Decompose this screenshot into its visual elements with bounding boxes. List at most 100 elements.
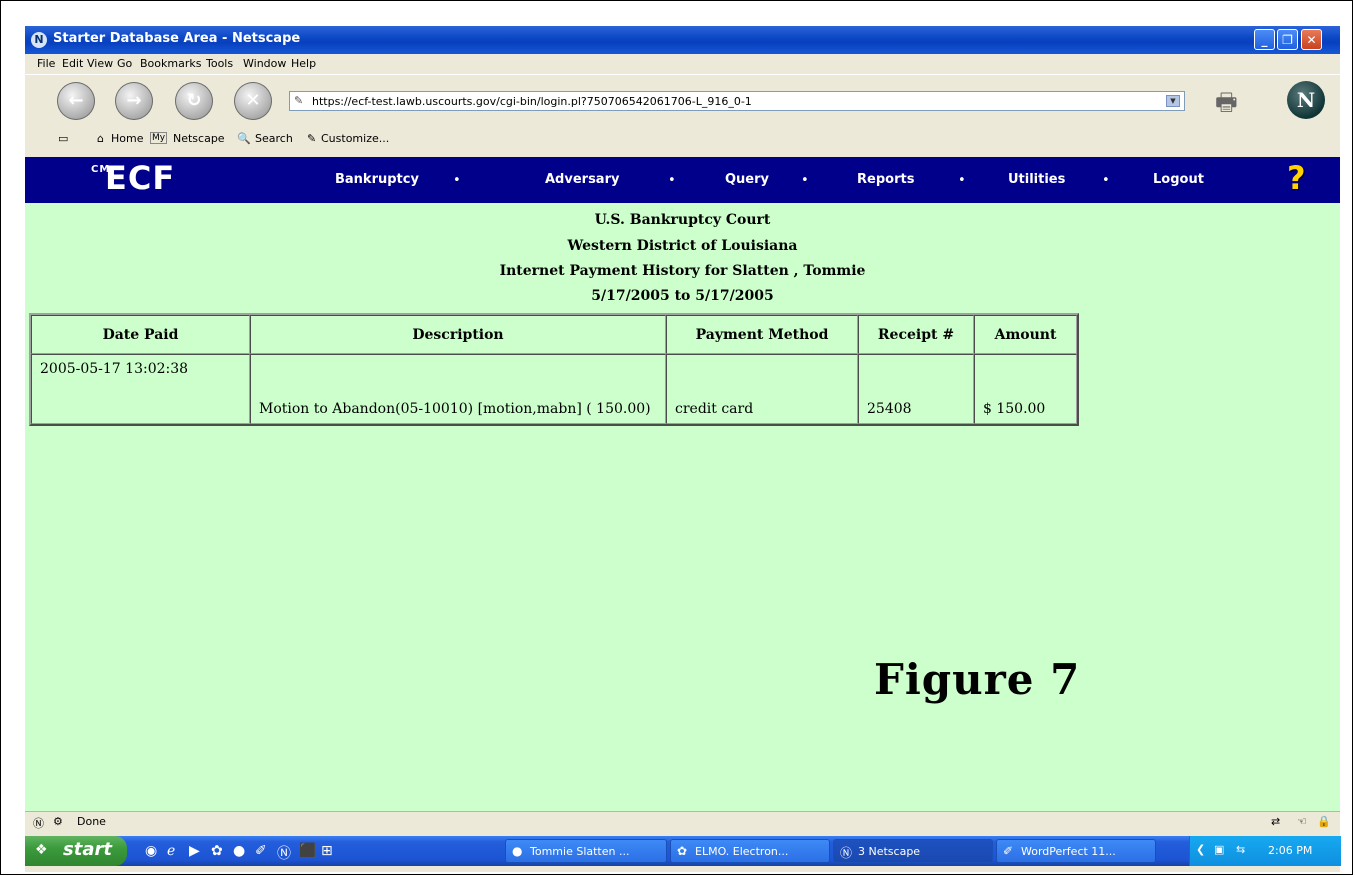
menu-reports[interactable]: Reports: [857, 172, 914, 187]
cell-description: Motion to Abandon(05-10010) [motion,mabn…: [250, 354, 666, 424]
my-badge: My: [150, 132, 168, 144]
menu-view[interactable]: View: [87, 57, 113, 70]
column-header-date-paid: Date Paid: [31, 315, 250, 354]
tray-app-icon[interactable]: ▣: [1214, 843, 1224, 856]
app-icon[interactable]: ✿: [211, 843, 223, 859]
my-netscape-link[interactable]: Netscape: [173, 132, 225, 145]
personal-toolbar: ▭ ⌂ Home My Netscape 🔍 Search ✎ Customiz…: [25, 129, 1340, 149]
menu-adversary[interactable]: Adversary: [545, 172, 619, 187]
netscape-quick-icon[interactable]: Ⓝ: [277, 843, 291, 863]
start-label: start: [63, 839, 112, 860]
column-header-payment-method: Payment Method: [666, 315, 858, 354]
logo-prefix: CM: [91, 164, 111, 175]
search-link[interactable]: Search: [255, 132, 293, 145]
netscape-icon: N: [31, 32, 47, 48]
system-tray: ❮ ▣ ⇆ 2:06 PM: [1189, 836, 1341, 866]
cell-date-paid: 2005-05-17 13:02:38: [31, 354, 250, 424]
forward-button[interactable]: →: [115, 82, 153, 120]
taskbar: ❖ start ◉ ℯ ▶ ✿ ● ✐ Ⓝ ⬛ ⊞ ● Tommie Slatt…: [25, 836, 1341, 866]
menu-separator: •: [801, 173, 809, 188]
table-row: 2005-05-17 13:02:38 Motion to Abandon(05…: [31, 354, 1077, 424]
maximize-button[interactable]: ❐: [1277, 29, 1298, 50]
app-icon[interactable]: ⊞: [321, 843, 333, 859]
window-title: Starter Database Area - Netscape: [53, 31, 301, 46]
report-title: Internet Payment History for Slatten , T…: [499, 263, 866, 279]
cookie-icon: ☜: [1297, 815, 1307, 828]
wordperfect-icon: ✐: [1003, 844, 1014, 858]
column-header-receipt: Receipt #: [858, 315, 974, 354]
ie-icon[interactable]: ℯ: [167, 843, 175, 859]
district-name: Western District of Louisiana: [567, 238, 798, 254]
acrobat-icon[interactable]: ⬛: [299, 843, 316, 859]
customize-icon: ✎: [307, 132, 317, 145]
search-icon: 🔍: [237, 132, 251, 145]
home-link[interactable]: Home: [111, 132, 143, 145]
browser-window: N Starter Database Area - Netscape _ ❐ ✕…: [25, 26, 1341, 872]
menu-file[interactable]: File: [37, 57, 55, 70]
menu-separator: •: [958, 173, 966, 188]
connection-icon: ⇄: [1271, 815, 1281, 828]
clock[interactable]: 2:06 PM: [1268, 844, 1312, 857]
windows-logo-icon: ❖: [35, 842, 48, 858]
print-icon[interactable]: 🖶: [1215, 85, 1238, 126]
cell-amount: $ 150.00: [974, 354, 1077, 424]
help-icon[interactable]: ?: [1287, 159, 1306, 197]
status-bar: Ⓝ ⚙ Done ⇄ ☜ 🔒: [25, 811, 1340, 832]
taskbar-button[interactable]: ✐ WordPerfect 11...: [996, 839, 1156, 863]
customize-link[interactable]: Customize...: [321, 132, 389, 145]
url-text: https://ecf-test.lawb.uscourts.gov/cgi-b…: [312, 95, 752, 108]
url-bar[interactable]: ✎ https://ecf-test.lawb.uscourts.gov/cgi…: [289, 91, 1185, 111]
column-header-amount: Amount: [974, 315, 1077, 354]
menu-separator: •: [1102, 173, 1110, 188]
menu-separator: •: [668, 173, 676, 188]
menu-bankruptcy[interactable]: Bankruptcy: [335, 172, 419, 187]
navigation-toolbar: ← → ↻ ✕ ✎ https://ecf-test.lawb.uscourts…: [25, 74, 1340, 130]
netscape-logo[interactable]: N: [1287, 81, 1325, 119]
url-dropdown-icon[interactable]: ▼: [1166, 95, 1180, 107]
figure-caption: Figure 7: [874, 655, 1081, 704]
tray-expand-icon[interactable]: ❮: [1196, 843, 1205, 856]
menu-help[interactable]: Help: [291, 57, 316, 70]
ecf-header: CM ECF Bankruptcy • Adversary • Query • …: [25, 157, 1340, 203]
payment-history-table: Date Paid Description Payment Method Rec…: [29, 313, 1079, 426]
url-pencil-icon: ✎: [294, 94, 304, 107]
tab-icon[interactable]: ▭: [58, 132, 68, 145]
wordperfect-icon[interactable]: ✐: [255, 843, 267, 859]
title-bar: N Starter Database Area - Netscape _ ❐ ✕: [25, 26, 1340, 54]
menu-bookmarks[interactable]: Bookmarks: [140, 57, 201, 70]
reload-button[interactable]: ↻: [175, 82, 213, 120]
content-area: U.S. Bankruptcy Court Western District o…: [25, 203, 1340, 811]
menu-utilities[interactable]: Utilities: [1008, 172, 1065, 187]
app-icon: ●: [512, 844, 523, 858]
taskbar-button[interactable]: Ⓝ 3 Netscape: [833, 839, 993, 863]
minimize-button[interactable]: _: [1254, 29, 1275, 50]
back-button[interactable]: ←: [57, 82, 95, 120]
menu-window[interactable]: Window: [243, 57, 286, 70]
taskbar-button-label: WordPerfect 11...: [1021, 845, 1116, 858]
media-icon[interactable]: ▶: [189, 843, 200, 859]
cell-payment-method: credit card: [666, 354, 858, 424]
table-header-row: Date Paid Description Payment Method Rec…: [31, 315, 1077, 354]
logo-text: ECF: [105, 159, 176, 197]
taskbar-button-label: Tommie Slatten ...: [530, 845, 630, 858]
status-text: Done: [77, 815, 106, 828]
taskbar-button[interactable]: ✿ ELMO. Electron...: [670, 839, 830, 863]
menu-query[interactable]: Query: [725, 172, 769, 187]
stop-button[interactable]: ✕: [234, 82, 272, 120]
security-status-icon: ⚙: [53, 815, 63, 828]
network-icon[interactable]: ⇆: [1236, 843, 1245, 856]
menu-logout[interactable]: Logout: [1153, 172, 1204, 187]
taskbar-button-label: ELMO. Electron...: [695, 845, 789, 858]
menu-tools[interactable]: Tools: [206, 57, 233, 70]
app-icon: ✿: [677, 844, 688, 858]
start-button[interactable]: ❖ start: [25, 836, 127, 866]
menu-separator: •: [453, 173, 461, 188]
app-icon[interactable]: ●: [233, 843, 245, 859]
quicklaunch-icon[interactable]: ◉: [145, 843, 157, 859]
menu-go[interactable]: Go: [117, 57, 132, 70]
close-button[interactable]: ✕: [1301, 29, 1322, 50]
menu-edit[interactable]: Edit: [62, 57, 83, 70]
taskbar-button[interactable]: ● Tommie Slatten ...: [505, 839, 667, 863]
netscape-status-icon: Ⓝ: [33, 817, 44, 830]
taskbar-button-label: 3 Netscape: [858, 845, 921, 858]
